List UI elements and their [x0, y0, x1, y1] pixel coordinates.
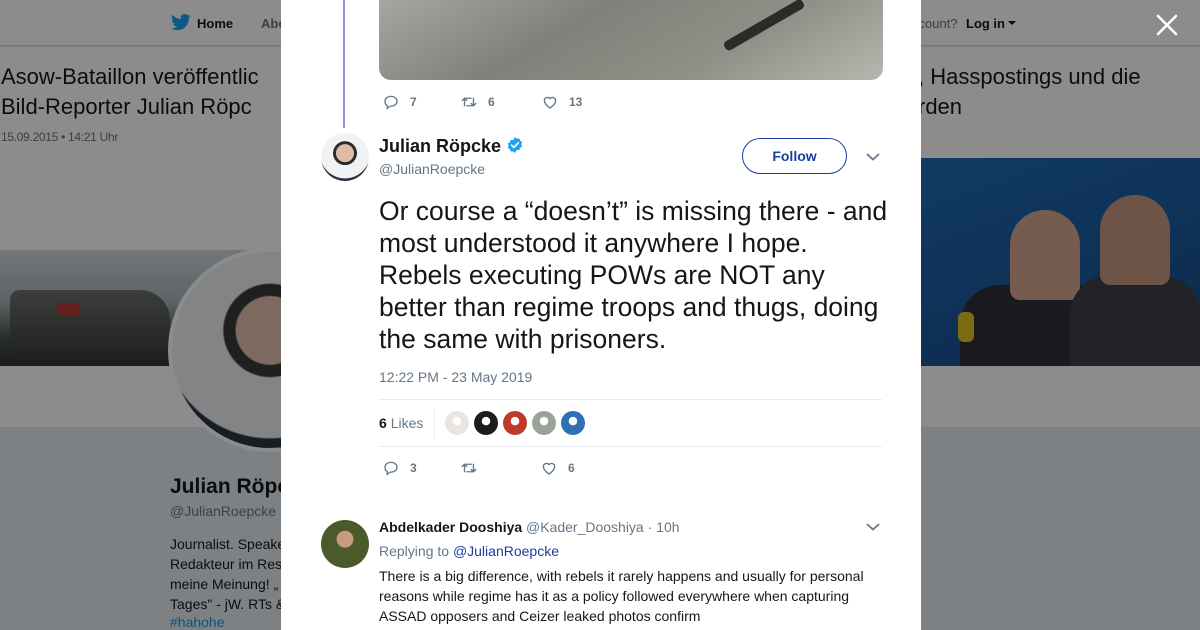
author-name[interactable]: Julian Röpcke	[379, 136, 501, 157]
retweet-icon	[461, 97, 477, 107]
close-icon[interactable]	[1154, 12, 1180, 38]
tweet-modal: 7 6 13 Julian Röpcke @JulianRoepcke Foll…	[281, 0, 921, 630]
reply-icon	[384, 461, 398, 476]
like-action[interactable]: 6	[540, 459, 575, 477]
liker-avatar[interactable]	[445, 411, 469, 435]
prev-retweet-action[interactable]: 6	[460, 93, 495, 111]
media-object-shape	[722, 0, 806, 52]
follow-button[interactable]: Follow	[742, 138, 847, 174]
author-handle[interactable]: @JulianRoepcke	[379, 161, 485, 177]
retweet-icon	[461, 463, 477, 473]
prev-like-action[interactable]: 13	[541, 93, 582, 111]
tweet-text: Or course a “doesn’t” is missing there -…	[379, 196, 888, 354]
prev-reply-count: 7	[410, 95, 417, 109]
previous-tweet-media[interactable]	[379, 0, 883, 80]
verified-badge-icon	[507, 137, 523, 153]
liker-avatar[interactable]	[503, 411, 527, 435]
likes-label: Likes	[390, 415, 424, 431]
author-avatar[interactable]	[321, 133, 369, 181]
replying-to-handle-link[interactable]: @JulianRoepcke	[453, 543, 559, 559]
prev-retweet-count: 6	[488, 95, 495, 109]
reply-author-avatar[interactable]	[321, 520, 369, 568]
reply-author-name[interactable]: Abdelkader Dooshiya	[379, 519, 522, 535]
replying-to-line: Replying to @JulianRoepcke	[379, 543, 559, 559]
heart-icon	[543, 96, 557, 109]
likes-divider	[434, 408, 435, 439]
likes-summary[interactable]: 6 Likes	[379, 415, 423, 431]
liker-avatar[interactable]	[474, 411, 498, 435]
like-count: 6	[568, 461, 575, 475]
prev-reply-action[interactable]: 7	[382, 93, 417, 111]
replying-to-prefix: Replying to	[379, 543, 450, 559]
liker-avatar[interactable]	[532, 411, 556, 435]
reply-icon	[384, 95, 398, 110]
heart-icon	[542, 462, 556, 475]
liker-avatar[interactable]	[561, 411, 585, 435]
likes-summary-bar: 6 Likes	[379, 399, 882, 447]
prev-like-count: 13	[569, 95, 583, 109]
tweet-timestamp[interactable]: 12:22 PM - 23 May 2019	[379, 369, 532, 385]
reply-text: There is a big difference, with rebels i…	[379, 568, 864, 624]
retweet-action[interactable]	[460, 459, 488, 477]
chevron-down-icon[interactable]	[866, 152, 880, 162]
thread-connector-line	[343, 0, 345, 128]
reply-action[interactable]: 3	[382, 459, 417, 477]
reply-count: 3	[410, 461, 417, 475]
likes-count-number: 6	[379, 415, 387, 431]
reply-handle-time[interactable]: @Kader_Dooshiya · 10h	[526, 519, 680, 535]
chevron-down-icon[interactable]	[866, 522, 880, 532]
